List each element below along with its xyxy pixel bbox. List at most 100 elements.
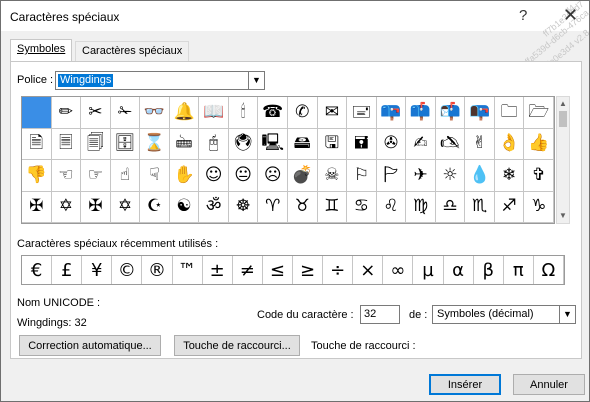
recent-symbol-cell[interactable]: ±: [203, 256, 233, 284]
point-right-icon[interactable]: ☞: [81, 160, 111, 192]
taurus-icon[interactable]: ♉: [287, 191, 318, 223]
recent-symbol-cell[interactable]: ≤: [263, 256, 293, 284]
recent-symbol-cell[interactable]: ¥: [82, 256, 113, 284]
maltese-cross-icon[interactable]: ✠: [81, 191, 111, 223]
computer-icon[interactable]: 🖳: [258, 128, 288, 160]
thumbs-down-icon[interactable]: 👎: [22, 160, 52, 192]
bomb-icon[interactable]: 💣: [287, 160, 318, 192]
om-icon[interactable]: ॐ: [199, 191, 229, 223]
mouse-icon[interactable]: 🖰: [199, 128, 229, 160]
flag-icon[interactable]: ⚐: [347, 160, 377, 192]
from-select[interactable]: Symboles (décimal) ▼: [432, 305, 576, 324]
scissors-open-icon[interactable]: ✁: [110, 97, 141, 129]
celtic-cross-icon[interactable]: ✡: [51, 191, 82, 223]
recent-symbol-cell[interactable]: α: [444, 256, 474, 284]
recent-symbol-cell[interactable]: €: [22, 256, 53, 284]
mailbox-open-flag-icon[interactable]: 📭: [465, 97, 495, 129]
char-code-input[interactable]: 32: [360, 305, 400, 324]
folder-icon[interactable]: 🗀: [494, 97, 525, 129]
recent-symbol-cell[interactable]: ™: [173, 256, 203, 284]
hand-writing-left-icon[interactable]: 🖎: [435, 128, 466, 160]
capricorn-icon[interactable]: ♑: [524, 191, 554, 223]
frowning-face-icon[interactable]: ☹: [258, 160, 288, 192]
sun-icon[interactable]: ☼: [435, 160, 466, 192]
thumbs-up-icon[interactable]: 👍: [524, 128, 554, 160]
smiley-icon[interactable]: ☺: [199, 160, 229, 192]
point-up-icon[interactable]: ☝: [110, 160, 141, 192]
recent-symbol-cell[interactable]: µ: [413, 256, 444, 284]
gemini-icon[interactable]: ♊: [317, 191, 348, 223]
hourglass-icon[interactable]: ⌛: [140, 128, 170, 160]
airplane-icon[interactable]: ✈: [406, 160, 436, 192]
mailbox-closed-icon[interactable]: 📪: [376, 97, 407, 129]
ok-hand-icon[interactable]: 👌: [494, 128, 525, 160]
virgo-icon[interactable]: ♍: [406, 191, 436, 223]
font-select[interactable]: Wingdings ▼: [55, 71, 265, 90]
dharma-wheel-icon[interactable]: ☸: [228, 191, 259, 223]
victory-hand-icon[interactable]: ✌: [465, 128, 495, 160]
yin-yang-icon[interactable]: ☯: [169, 191, 200, 223]
scroll-down-icon[interactable]: ▼: [557, 210, 569, 222]
telephone-icon[interactable]: ☎: [258, 97, 288, 129]
symbol-grid-scrollbar[interactable]: ▲ ▼: [556, 96, 570, 224]
libra-icon[interactable]: ♎: [435, 191, 466, 223]
sagittarius-icon[interactable]: ♐: [494, 191, 525, 223]
aries-icon[interactable]: ♈: [258, 191, 288, 223]
pencil-icon[interactable]: ✏: [51, 97, 82, 129]
trackball-icon[interactable]: 🖲: [228, 128, 259, 160]
shortcut-key-button[interactable]: Touche de raccourci...: [174, 335, 300, 356]
insert-button[interactable]: Insérer: [429, 374, 501, 395]
recent-symbol-cell[interactable]: £: [52, 256, 83, 284]
scissors-icon[interactable]: ✂: [81, 97, 111, 129]
mailbox-flag-icon[interactable]: 📫: [406, 97, 436, 129]
point-left-icon[interactable]: ☜: [51, 160, 82, 192]
scroll-up-icon[interactable]: ▲: [557, 98, 569, 110]
pages-stack-icon[interactable]: 🗐: [81, 128, 111, 160]
scroll-thumb[interactable]: [559, 111, 567, 127]
recent-symbol-cell[interactable]: ®: [142, 256, 173, 284]
star-crescent-icon[interactable]: ☪: [140, 191, 170, 223]
hard-disk-icon[interactable]: 🖴: [287, 128, 318, 160]
recent-symbol-cell[interactable]: ÷: [323, 256, 354, 284]
tab-symboles[interactable]: Symboles: [10, 39, 73, 62]
recent-symbol-cell[interactable]: β: [474, 256, 504, 284]
keyboard-icon[interactable]: 🖮: [169, 128, 200, 160]
snowflake-icon[interactable]: ❄: [494, 160, 525, 192]
recent-symbol-cell[interactable]: ≠: [233, 256, 263, 284]
page-icon[interactable]: 🗎: [22, 128, 52, 160]
candle-icon[interactable]: 🕯: [228, 97, 259, 129]
bell-icon[interactable]: 🔔: [169, 97, 200, 129]
neutral-face-icon[interactable]: 😐: [228, 160, 259, 192]
scorpio-icon[interactable]: ♏: [465, 191, 495, 223]
raised-hand-icon[interactable]: ✋: [169, 160, 200, 192]
hand-writing-icon[interactable]: ✍: [406, 128, 436, 160]
recent-symbol-cell[interactable]: ∞: [383, 256, 414, 284]
folder-open-icon[interactable]: 🗁: [524, 97, 554, 129]
recent-symbol-cell[interactable]: ≥: [293, 256, 324, 284]
cancer-icon[interactable]: ♋: [347, 191, 377, 223]
point-down-icon[interactable]: ☟: [140, 160, 170, 192]
tab-caracteres-speciaux[interactable]: Caractères spéciaux: [75, 41, 190, 62]
leo-icon[interactable]: ♌: [376, 191, 407, 223]
star-of-david-icon[interactable]: ✡: [110, 191, 141, 223]
cancel-button[interactable]: Annuler: [513, 374, 585, 395]
chevron-down-icon[interactable]: ▼: [248, 72, 264, 89]
recent-symbol-cell[interactable]: ©: [112, 256, 143, 284]
mailbox-open-icon[interactable]: 📬: [435, 97, 466, 129]
floppy-save-icon[interactable]: 🖬: [347, 128, 377, 160]
blank-selected[interactable]: [22, 97, 52, 129]
chevron-down-icon[interactable]: ▼: [559, 306, 575, 323]
droplet-icon[interactable]: 💧: [465, 160, 495, 192]
recent-symbol-cell[interactable]: π: [504, 256, 534, 284]
tape-drive-icon[interactable]: ✇: [376, 128, 407, 160]
file-cabinet-icon[interactable]: 🗄: [110, 128, 141, 160]
open-book-icon[interactable]: 📖: [199, 97, 229, 129]
close-icon[interactable]: ✕: [563, 5, 578, 26]
pennant-icon[interactable]: 🏱: [376, 160, 407, 192]
telephone-handset-icon[interactable]: ✆: [287, 97, 318, 129]
help-icon[interactable]: ?: [519, 7, 527, 24]
envelope-icon[interactable]: ✉: [317, 97, 348, 129]
recent-symbol-cell[interactable]: ×: [353, 256, 384, 284]
floppy-disk-icon[interactable]: 🖫: [317, 128, 348, 160]
page-lined-icon[interactable]: 🗏: [51, 128, 82, 160]
